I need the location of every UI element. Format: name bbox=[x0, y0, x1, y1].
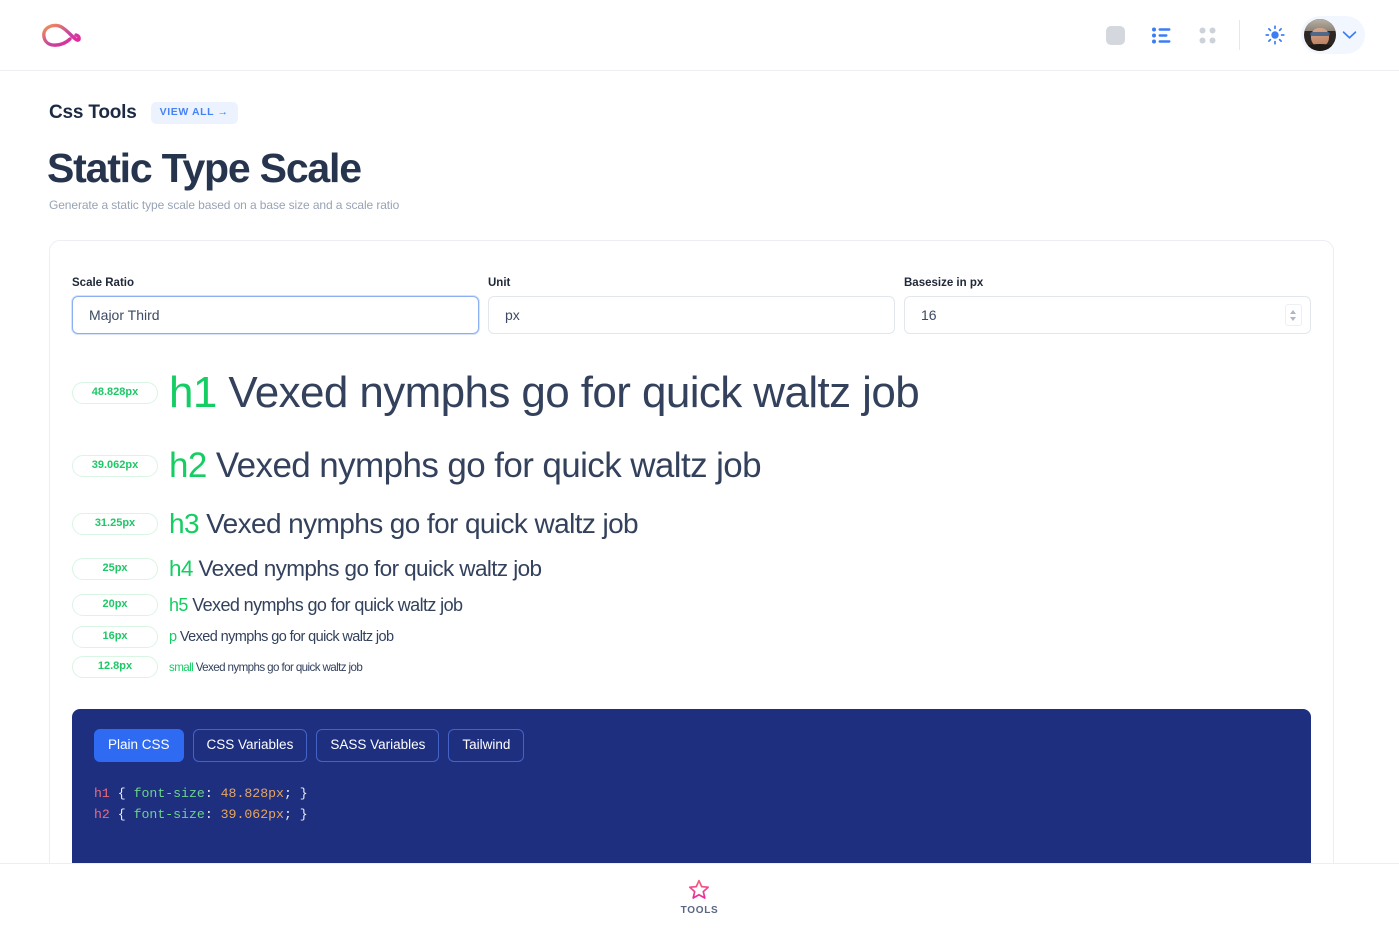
code-line: h2 { font-size: 39.062px; } bbox=[94, 806, 308, 822]
type-scale-row: 16px p Vexed nymphs go for quick waltz jo… bbox=[72, 626, 1311, 648]
type-scale-sample: p Vexed nymphs go for quick waltz job bbox=[169, 629, 394, 645]
top-bar bbox=[0, 0, 1399, 71]
tool-card: Scale Ratio Unit Basesize in px bbox=[49, 240, 1334, 874]
type-scale-sample: small Vexed nymphs go for quick waltz jo… bbox=[169, 660, 363, 674]
list-view-icon bbox=[1151, 27, 1170, 43]
stepper-up-icon[interactable] bbox=[1290, 309, 1297, 314]
type-scale-tag: h5 bbox=[169, 594, 193, 615]
field-scale-ratio: Scale Ratio bbox=[72, 277, 479, 334]
code-tab-plain-css[interactable]: Plain CSS bbox=[94, 729, 184, 762]
scale-ratio-input[interactable] bbox=[72, 296, 479, 334]
type-scale-row: 25px h4 Vexed nymphs go for quick waltz j… bbox=[72, 556, 1311, 582]
type-scale-tag: h4 bbox=[169, 556, 199, 581]
type-scale-size-badge: 25px bbox=[72, 558, 158, 580]
sun-icon bbox=[1265, 25, 1285, 45]
settings-form: Scale Ratio Unit Basesize in px bbox=[72, 277, 1311, 334]
star-icon bbox=[689, 879, 710, 899]
code-tab-sass-variables[interactable]: SASS Variables bbox=[316, 729, 440, 762]
view-all-link[interactable]: VIEW ALL → bbox=[150, 102, 238, 124]
code-tab-css-variables[interactable]: CSS Variables bbox=[192, 729, 308, 762]
code-format-tabs: Plain CSS CSS Variables SASS Variables Tail… bbox=[94, 729, 1289, 762]
field-basesize: Basesize in px bbox=[904, 277, 1311, 334]
basesize-label: Basesize in px bbox=[904, 277, 984, 289]
type-scale-tag: h3 bbox=[169, 508, 207, 539]
top-bar-actions bbox=[1092, 13, 1365, 57]
code-output-panel: Plain CSS CSS Variables SASS Variables Tail… bbox=[72, 709, 1311, 873]
list-view-button[interactable] bbox=[1138, 13, 1184, 57]
logo[interactable] bbox=[40, 20, 82, 50]
type-scale-size-badge: 31.25px bbox=[72, 513, 158, 535]
type-scale-sample: h1 Vexed nymphs go for quick waltz job bbox=[169, 368, 920, 417]
type-scale-tag: h1 bbox=[169, 368, 229, 417]
field-unit: Unit bbox=[488, 277, 895, 334]
chevron-down-icon bbox=[1342, 31, 1357, 39]
type-scale-size-badge: 39.062px bbox=[72, 455, 158, 477]
theme-toggle-button[interactable] bbox=[1253, 13, 1297, 57]
unit-input[interactable] bbox=[488, 296, 895, 334]
type-scale-row: 12.8px small Vexed nymphs go for quick wa… bbox=[72, 656, 1311, 678]
type-scale-sample: h2 Vexed nymphs go for quick waltz job bbox=[169, 446, 762, 485]
scale-ratio-label: Scale Ratio bbox=[72, 277, 134, 289]
page-subtitle: Generate a static type scale based on a … bbox=[49, 198, 400, 212]
grid-view-icon bbox=[1199, 27, 1215, 43]
stepper-down-icon[interactable] bbox=[1290, 316, 1297, 321]
toolbar-divider bbox=[1239, 20, 1240, 50]
user-menu-button[interactable] bbox=[1301, 16, 1365, 54]
type-scale-row: 39.062px h2 Vexed nymphs go for quick wal… bbox=[72, 446, 1311, 486]
type-scale-sample: h3 Vexed nymphs go for quick waltz job bbox=[169, 508, 639, 539]
page-content: Css Tools VIEW ALL → Static Type Scale G… bbox=[0, 71, 1399, 874]
basesize-stepper[interactable] bbox=[1285, 304, 1302, 326]
bottom-nav-label: TOOLS bbox=[680, 905, 719, 916]
avatar bbox=[1304, 19, 1336, 51]
bottom-nav: TOOLS bbox=[0, 863, 1399, 931]
page-title: Static Type Scale bbox=[47, 145, 362, 191]
bottom-nav-item-tools[interactable]: TOOLS bbox=[681, 879, 719, 916]
infinity-logo-icon bbox=[42, 23, 81, 47]
square-view-icon bbox=[1105, 25, 1125, 45]
square-view-button[interactable] bbox=[1092, 13, 1138, 57]
type-scale-row: 20px h5 Vexed nymphs go for quick waltz j… bbox=[72, 594, 1311, 616]
breadcrumb: Css Tools VIEW ALL → bbox=[0, 71, 1399, 124]
basesize-input[interactable] bbox=[904, 296, 1311, 334]
type-scale-sample: h4 Vexed nymphs go for quick waltz job bbox=[169, 556, 542, 581]
code-line: h1 { font-size: 48.828px; } bbox=[94, 785, 308, 801]
breadcrumb-title: Css Tools bbox=[49, 102, 137, 123]
code-tab-tailwind[interactable]: Tailwind bbox=[448, 729, 525, 762]
type-scale-tag: small bbox=[169, 660, 196, 674]
type-scale-size-badge: 12.8px bbox=[72, 656, 158, 678]
unit-label: Unit bbox=[488, 277, 511, 289]
code-output: h1 { font-size: 48.828px; } h2 { font-siz… bbox=[94, 783, 1289, 825]
type-scale-tag: h2 bbox=[169, 446, 216, 485]
type-scale-sample: h5 Vexed nymphs go for quick waltz job bbox=[169, 594, 463, 615]
type-scale-row: 31.25px h3 Vexed nymphs go for quick walt… bbox=[72, 508, 1311, 540]
type-scale-preview: 48.828px h1 Vexed nymphs go for quick wal… bbox=[72, 334, 1311, 678]
type-scale-tag: p bbox=[169, 629, 180, 645]
type-scale-row: 48.828px h1 Vexed nymphs go for quick wal… bbox=[72, 368, 1311, 418]
type-scale-size-badge: 48.828px bbox=[72, 382, 158, 404]
type-scale-size-badge: 20px bbox=[72, 594, 158, 616]
grid-view-button[interactable] bbox=[1184, 13, 1230, 57]
type-scale-size-badge: 16px bbox=[72, 626, 158, 648]
